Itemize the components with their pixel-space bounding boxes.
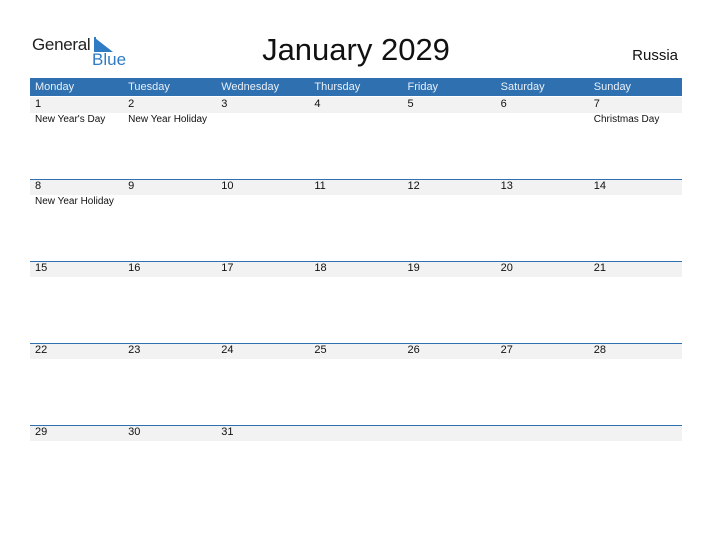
week-divider [30,343,682,344]
day-number: 2 [128,98,135,110]
day-number: 30 [128,426,141,438]
holiday-label [496,113,589,126]
date-number-row: 1 2 3 4 5 6 7 [30,97,682,113]
holiday-label [123,195,216,208]
date-number-row: 8 9 10 11 12 13 14 [30,179,682,195]
day-number [589,425,682,441]
day-number: 10 [221,180,234,192]
event-row: New Year's Day New Year Holiday Christmas … [30,113,682,126]
day-number: 5 [407,98,414,110]
week-row: 29 30 31 [30,425,682,506]
holiday-label [589,195,682,208]
day-number: 27 [500,344,513,356]
day-number: 3 [221,98,228,110]
holiday-label [403,113,496,126]
holiday-label [496,195,589,208]
day-number: 26 [407,344,420,356]
weekday-thursday: Thursday [314,81,361,93]
day-number [309,425,402,441]
day-number: 7 [593,98,600,110]
week-divider [30,261,682,262]
holiday-label [216,195,309,208]
week-row: 1 2 3 4 5 6 7 New Year's Day New Year Holiday Chr… [30,97,682,178]
day-number: 4 [314,98,321,110]
country-label: Russia [632,47,678,64]
day-number: 28 [593,344,606,356]
calendar-grid: Monday Tuesday Wednesday Thursday Friday… [30,78,682,506]
holiday-label: New Year Holiday [128,114,208,125]
week-row: 8 9 10 11 12 13 14 New Year Holiday [30,179,682,260]
date-number-row: 22 23 24 25 26 27 28 [30,343,682,359]
day-number: 25 [314,344,327,356]
holiday-label [309,195,402,208]
event-row: New Year Holiday [30,195,682,208]
day-number: 11 [314,180,326,192]
day-number: 31 [221,426,234,438]
day-number: 16 [128,262,141,274]
day-number: 29 [35,426,48,438]
day-number: 13 [500,180,513,192]
weekday-monday: Monday [35,81,75,93]
day-number: 22 [35,344,48,356]
day-number: 23 [128,344,141,356]
date-number-row: 29 30 31 [30,425,682,441]
holiday-label [403,195,496,208]
day-number: 17 [221,262,234,274]
day-number: 18 [314,262,327,274]
day-number: 19 [407,262,420,274]
weekday-tuesday: Tuesday [128,81,170,93]
day-number: 20 [500,262,513,274]
week-row: 22 23 24 25 26 27 28 [30,343,682,424]
holiday-label: New Year's Day [35,114,106,125]
holiday-label [216,113,309,126]
week-divider [30,425,682,426]
weekday-wednesday: Wednesday [221,81,280,93]
day-number: 15 [35,262,48,274]
day-number: 1 [35,98,42,110]
day-number: 21 [593,262,606,274]
holiday-label: Christmas Day [593,114,660,125]
weekday-friday: Friday [407,81,439,93]
day-number [496,425,589,441]
weekday-saturday: Saturday [500,81,545,93]
day-number: 9 [128,180,135,192]
weekday-sunday: Sunday [593,81,632,93]
holiday-label: New Year Holiday [35,196,114,207]
week-row: 15 16 17 18 19 20 21 [30,261,682,342]
day-number [403,425,496,441]
holiday-label [309,113,402,126]
day-number: 8 [35,180,42,192]
page-title: January 2029 [262,32,450,67]
day-number: 14 [593,180,606,192]
day-number: 24 [221,344,234,356]
day-number: 6 [500,98,507,110]
week-divider [30,179,682,180]
date-number-row: 15 16 17 18 19 20 21 [30,261,682,277]
weekday-header: Monday Tuesday Wednesday Thursday Friday… [30,78,682,96]
day-number: 12 [407,180,420,192]
